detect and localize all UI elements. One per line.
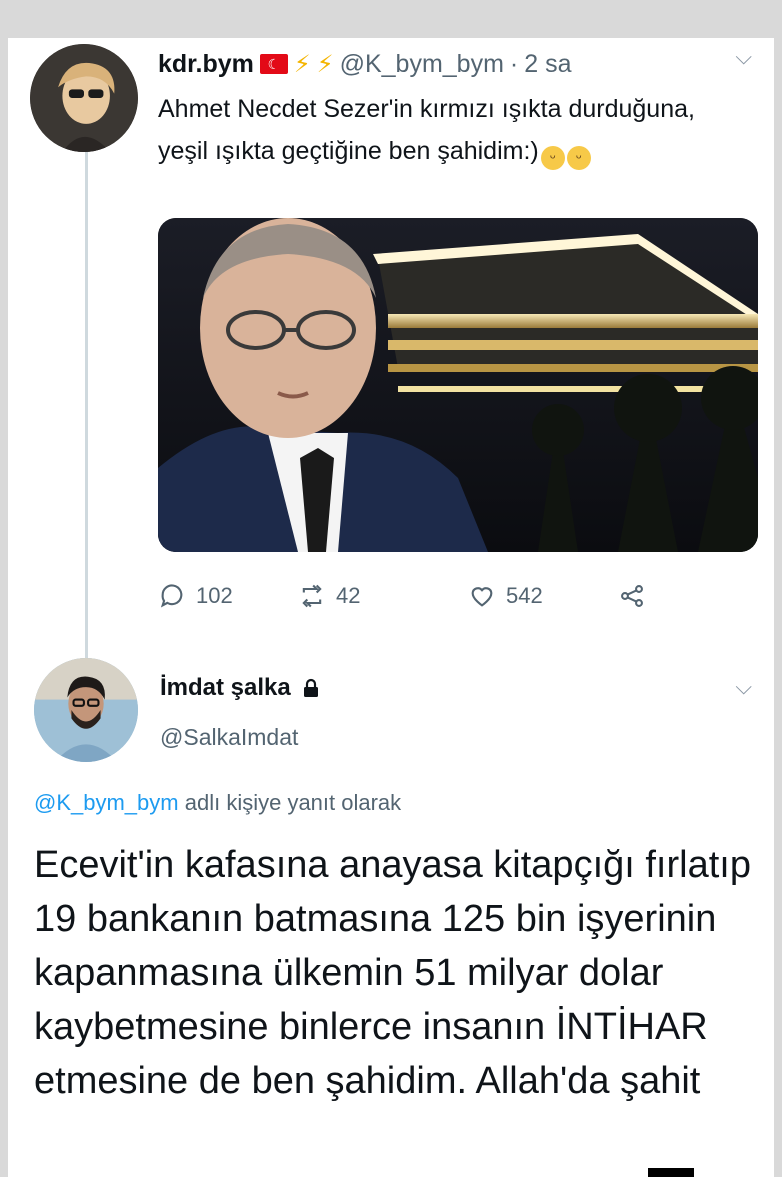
screenshot-card: kdr.bym ☾ ⚡ ⚡ @K_bym_bym · 2 sa ⌵ Ahmet … xyxy=(8,38,774,1177)
tweet-author-row: kdr.bym ☾ ⚡ ⚡ @K_bym_bym · 2 sa xyxy=(158,48,572,80)
share-button[interactable] xyxy=(618,582,646,610)
lightning-icon: ⚡ xyxy=(316,50,334,78)
avatar[interactable] xyxy=(34,658,138,762)
tweet-actions-bar: 102 42 542 xyxy=(158,578,698,614)
reply-context-text: adlı kişiye yanıt olarak xyxy=(184,790,402,815)
grinning-face-icon: ᵕ xyxy=(540,146,565,170)
display-name[interactable]: İmdat şalka xyxy=(160,674,291,702)
tweet-author-row: İmdat şalka xyxy=(160,674,321,702)
retweet-icon xyxy=(302,584,322,608)
retweet-button[interactable]: 42 xyxy=(298,582,468,610)
reply-icon xyxy=(160,584,183,608)
chevron-down-icon[interactable]: ⌵ xyxy=(735,674,752,700)
turkey-flag-icon: ☾ xyxy=(259,54,288,74)
lock-icon xyxy=(303,678,318,697)
reply-button[interactable]: 102 xyxy=(158,582,298,610)
lightning-icon: ⚡ xyxy=(293,50,311,78)
avatar[interactable] xyxy=(30,44,138,152)
like-button[interactable]: 542 xyxy=(468,582,618,610)
redaction-bar xyxy=(648,1168,694,1177)
tweet-text: Ahmet Necdet Sezer'in kırmızı ışıkta dur… xyxy=(158,88,718,172)
retweet-count: 42 xyxy=(336,583,361,608)
reply-count: 102 xyxy=(196,583,233,608)
reply-context: @K_bym_bym adlı kişiye yanıt olarak xyxy=(34,790,401,816)
chevron-down-icon[interactable]: ⌵ xyxy=(735,44,752,70)
user-handle[interactable]: @K_bym_bym xyxy=(340,50,504,79)
separator-dot: · xyxy=(509,49,519,78)
tweet-media-image[interactable] xyxy=(158,218,758,552)
reply-mention-link[interactable]: @K_bym_bym xyxy=(34,790,179,815)
grinning-face-icon: ᵕ xyxy=(566,146,591,170)
display-name[interactable]: kdr.bym xyxy=(158,50,254,79)
like-count: 542 xyxy=(506,583,543,608)
heart-icon xyxy=(471,587,493,607)
timestamp[interactable]: 2 sa xyxy=(524,50,571,79)
user-handle[interactable]: @SalkaImdat xyxy=(160,724,298,751)
tweet-text: Ecevit'in kafasına anayasa kitapçığı fır… xyxy=(34,844,751,1102)
tweet-text-body: Ahmet Necdet Sezer'in kırmızı ışıkta dur… xyxy=(158,95,695,165)
thread-connector-line xyxy=(85,150,88,690)
share-icon xyxy=(621,585,643,607)
